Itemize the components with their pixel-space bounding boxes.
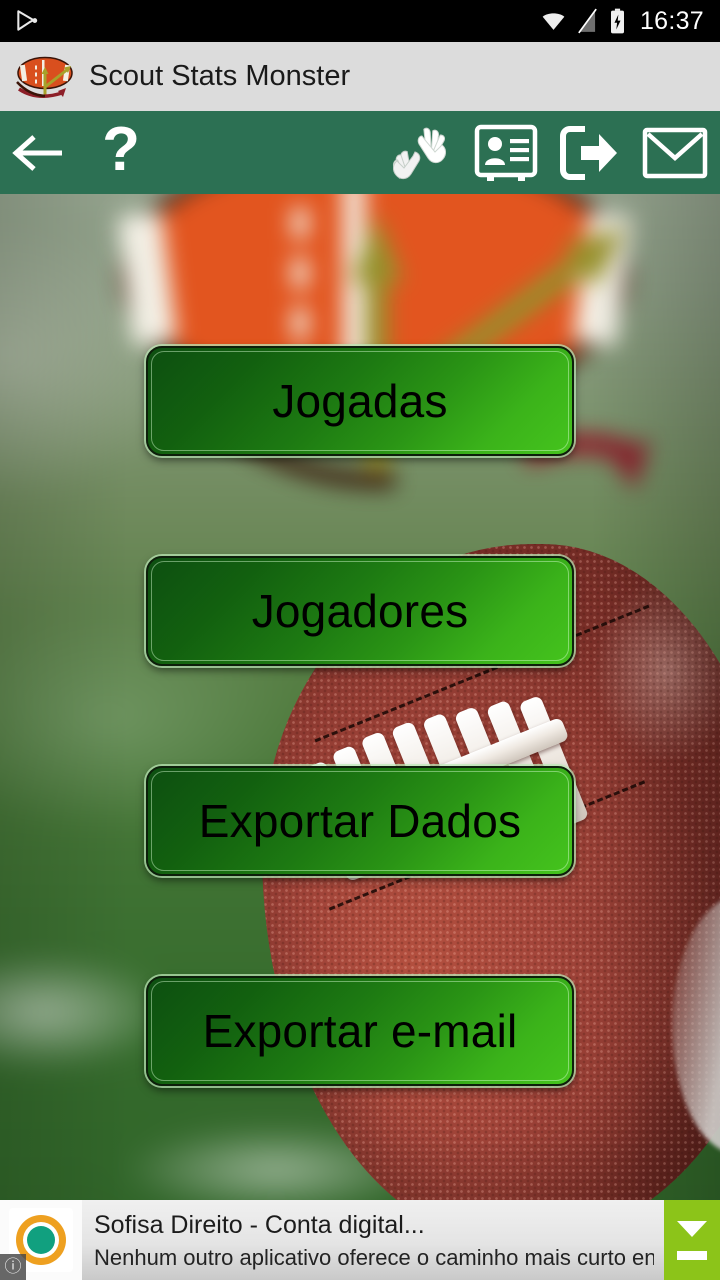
ad-icon-inner-ring xyxy=(23,1222,59,1258)
status-bar-notifications xyxy=(0,8,541,34)
no-sim-icon xyxy=(577,8,597,34)
ad-icon-core xyxy=(27,1226,55,1254)
battery-charging-icon xyxy=(610,8,624,34)
ad-banner[interactable]: ⓘ Sofisa Direito - Conta digital... Nenh… xyxy=(0,1200,720,1280)
back-arrow-icon[interactable] xyxy=(0,111,78,194)
help-question-icon[interactable]: ? xyxy=(78,111,164,194)
ad-controls[interactable] xyxy=(664,1200,720,1280)
contact-card-icon[interactable] xyxy=(464,111,548,194)
exportar-dados-button[interactable]: Exportar Dados xyxy=(146,766,574,876)
status-bar: 16:37 xyxy=(0,0,720,42)
exportar-dados-button-label: Exportar Dados xyxy=(198,795,522,847)
app-title-bar: Scout Stats Monster xyxy=(0,42,720,111)
jogadas-button[interactable]: Jogadas xyxy=(146,346,574,456)
ad-text-block[interactable]: Sofisa Direito - Conta digital... Nenhum… xyxy=(82,1200,664,1280)
clapping-hands-icon[interactable] xyxy=(380,111,464,194)
exportar-email-button[interactable]: Exportar e-mail xyxy=(146,976,574,1086)
page-title: Scout Stats Monster xyxy=(89,60,351,92)
jogadores-button-label: Jogadores xyxy=(251,585,469,637)
jogadas-button-label: Jogadas xyxy=(272,375,448,427)
exportar-email-button-label: Exportar e-mail xyxy=(202,1005,518,1057)
status-bar-indicators: 16:37 xyxy=(541,7,720,36)
ad-info-badge-icon[interactable]: ⓘ xyxy=(0,1254,26,1280)
svg-text:?: ? xyxy=(102,124,140,182)
google-play-icon xyxy=(17,10,38,31)
logout-exit-icon[interactable] xyxy=(548,111,630,194)
ad-description: Nenhum outro aplicativo oferece o caminh… xyxy=(94,1245,654,1270)
ad-title: Sofisa Direito - Conta digital... xyxy=(94,1211,425,1239)
minimize-dash-icon[interactable] xyxy=(677,1250,707,1260)
chevron-down-icon[interactable] xyxy=(677,1220,707,1237)
envelope-mail-icon[interactable] xyxy=(630,111,720,194)
ad-icon-container: ⓘ xyxy=(0,1200,82,1280)
main-menu: Jogadas Jogadores Exportar Dados Exporta… xyxy=(0,194,720,1200)
jogadores-button[interactable]: Jogadores xyxy=(146,556,574,666)
status-bar-clock: 16:37 xyxy=(639,6,704,35)
action-bar: ? xyxy=(0,111,720,194)
wifi-icon xyxy=(542,12,565,30)
football-play-logo-icon xyxy=(16,56,73,98)
app-screen: 16:37 Scout Stats Monster ? Jogadas Joga… xyxy=(0,0,720,1280)
